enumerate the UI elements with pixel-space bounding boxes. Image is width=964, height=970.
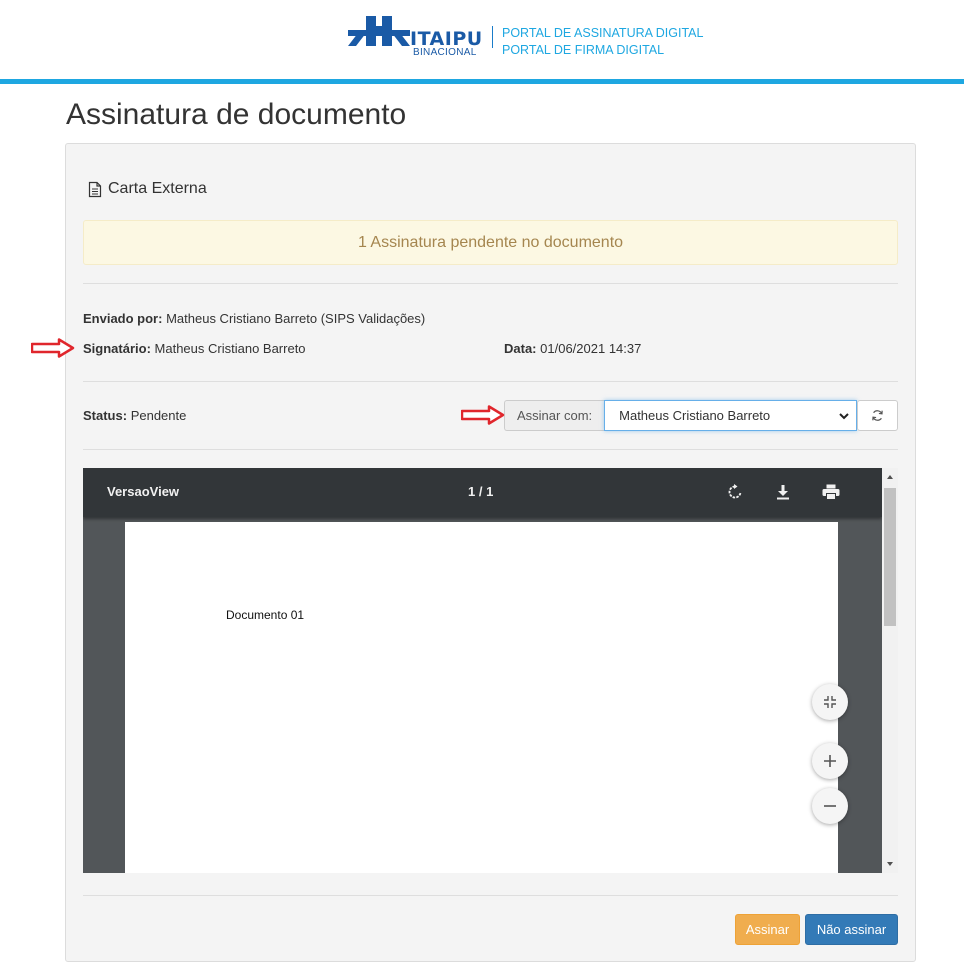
zoom-in-icon <box>824 755 836 767</box>
signer-select[interactable]: Matheus Cristiano Barreto <box>604 400 858 431</box>
pdf-viewer[interactable]: VersaoView 1 / 1 Documento 01 <box>83 468 898 873</box>
annotation-arrow-icon <box>31 338 75 358</box>
pdf-page: Documento 01 <box>125 522 838 873</box>
status-info: Status: Pendente <box>83 408 186 423</box>
date-info: Data: 01/06/2021 14:37 <box>504 341 641 356</box>
print-button[interactable] <box>821 482 841 502</box>
status-label: Status: <box>83 408 128 423</box>
zoom-out-icon <box>824 805 836 807</box>
itaipu-logo: ITAIPU BINACIONAL <box>348 14 488 60</box>
sent-by-info: Enviado por: Matheus Cristiano Barreto (… <box>83 311 425 326</box>
divider <box>83 895 898 896</box>
page-title: Assinatura de documento <box>66 98 407 131</box>
portal-title: PORTAL DE ASSINATURA DIGITAL PORTAL DE F… <box>502 25 703 59</box>
divider <box>83 449 898 450</box>
rotate-button[interactable] <box>725 482 745 502</box>
sign-with-label: Assinar com: <box>504 400 605 431</box>
pdf-scrollbar[interactable] <box>882 468 898 873</box>
itaipu-logo-mark <box>348 16 410 46</box>
signatory-value: Matheus Cristiano Barreto <box>154 341 306 356</box>
annotation-arrow-icon <box>461 405 505 425</box>
pdf-page-text: Documento 01 <box>226 608 305 622</box>
print-icon <box>822 484 840 500</box>
pending-signature-alert: 1 Assinatura pendente no documento <box>83 220 898 265</box>
fit-page-button[interactable] <box>812 684 848 720</box>
pdf-page-indicator: 1 / 1 <box>468 484 494 499</box>
logo-subtitle: BINACIONAL <box>413 47 477 58</box>
pdf-document-title: VersaoView <box>107 484 180 499</box>
file-text-icon <box>88 181 102 197</box>
signatory-info: Signatário: Matheus Cristiano Barreto <box>83 341 306 356</box>
document-panel: Carta Externa 1 Assinatura pendente no d… <box>65 143 916 962</box>
scrollbar-thumb[interactable] <box>884 488 896 626</box>
document-title: Carta Externa <box>88 180 207 198</box>
site-header: ITAIPU BINACIONAL PORTAL DE ASSINATURA D… <box>0 0 964 84</box>
download-icon <box>777 485 789 500</box>
signatory-label: Signatário: <box>83 341 151 356</box>
scroll-down-icon[interactable] <box>882 857 898 871</box>
sent-by-value: Matheus Cristiano Barreto (SIPS Validaçõ… <box>166 311 426 326</box>
date-value: 01/06/2021 14:37 <box>540 341 642 356</box>
status-value: Pendente <box>130 408 187 423</box>
zoom-in-button[interactable] <box>812 743 848 779</box>
divider <box>83 283 898 284</box>
sent-by-label: Enviado por: <box>83 311 163 326</box>
portal-title-line1: PORTAL DE ASSINATURA DIGITAL <box>502 26 704 40</box>
header-divider <box>492 26 493 48</box>
refresh-icon <box>872 410 883 421</box>
sign-with-group: Assinar com: Matheus Cristiano Barreto <box>504 400 858 431</box>
portal-title-line2: PORTAL DE FIRMA DIGITAL <box>502 43 665 57</box>
pdf-toolbar: VersaoView 1 / 1 <box>83 468 882 517</box>
zoom-out-button[interactable] <box>812 788 848 824</box>
divider <box>83 381 898 382</box>
signer-select-value: Matheus Cristiano Barreto <box>619 408 771 423</box>
scroll-up-icon[interactable] <box>882 470 898 484</box>
rotate-icon <box>728 484 742 499</box>
chevron-down-icon <box>839 413 849 420</box>
document-title-text: Carta Externa <box>108 180 207 197</box>
fit-page-icon <box>824 696 836 708</box>
date-label: Data: <box>504 341 537 356</box>
download-button[interactable] <box>773 482 793 502</box>
refresh-button[interactable] <box>857 400 898 431</box>
do-not-sign-button[interactable]: Não assinar <box>805 914 898 945</box>
sign-button[interactable]: Assinar <box>735 914 800 945</box>
